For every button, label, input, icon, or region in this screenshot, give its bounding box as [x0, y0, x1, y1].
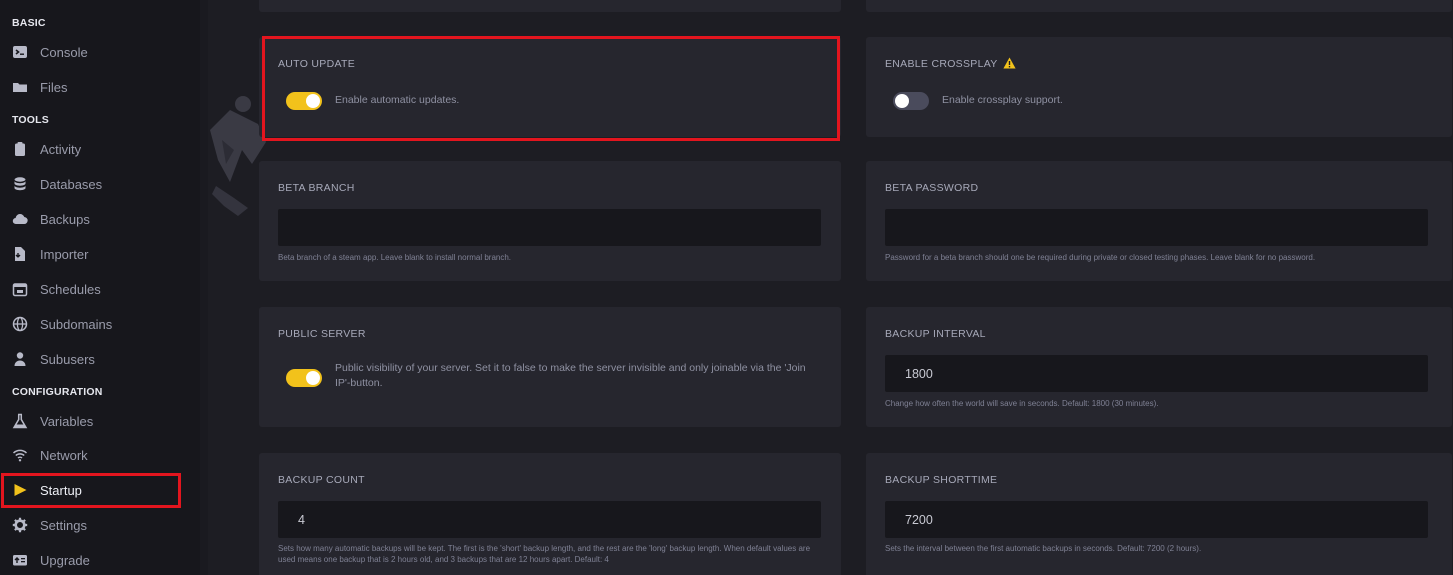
sidebar-item-label: Subusers — [40, 351, 95, 367]
sidebar-item-console[interactable]: Console — [0, 36, 200, 68]
sidebar-item-label: Schedules — [40, 281, 101, 297]
sidebar-item-settings[interactable]: Settings — [0, 509, 200, 541]
warning-icon — [1003, 57, 1016, 69]
field-hint: Password for a beta branch should one be… — [885, 253, 1316, 262]
beta-password-input[interactable] — [885, 209, 1428, 246]
card-title: BACKUP INTERVAL — [885, 328, 986, 340]
backup-count-input[interactable]: 4 — [278, 501, 821, 538]
card-title: PUBLIC SERVER — [278, 328, 366, 340]
toggle-knob — [895, 94, 909, 108]
sidebar-item-subdomains[interactable]: Subdomains — [0, 308, 200, 340]
file-import-icon — [12, 246, 28, 262]
sidebar-item-network[interactable]: Network — [0, 439, 200, 471]
sidebar-item-label: Files — [40, 79, 68, 95]
card-top-left-partial — [259, 0, 841, 12]
backup-interval-input[interactable]: 1800 — [885, 355, 1428, 392]
card-top-right-partial — [866, 0, 1452, 12]
toggle-label: Enable crossplay support. — [942, 94, 1063, 106]
field-hint: Change how often the world will save in … — [885, 399, 1159, 408]
section-configuration: CONFIGURATION — [12, 386, 103, 398]
sidebar-item-label: Databases — [40, 176, 103, 192]
card-backup-interval: BACKUP INTERVAL 1800 Change how often th… — [866, 307, 1452, 427]
sidebar-item-label: Settings — [40, 517, 87, 533]
user-icon — [12, 351, 28, 367]
upgrade-icon — [12, 552, 28, 568]
sidebar-item-backups[interactable]: Backups — [0, 203, 200, 235]
highlight-startup-box — [1, 473, 181, 508]
sidebar-item-label: Console — [40, 44, 88, 60]
sidebar-item-importer[interactable]: Importer — [0, 238, 200, 270]
public-server-toggle[interactable] — [286, 369, 322, 387]
card-title: BETA PASSWORD — [885, 182, 979, 194]
sidebar-item-upgrade[interactable]: Upgrade — [0, 544, 200, 575]
sidebar-item-files[interactable]: Files — [0, 71, 200, 103]
card-title: BACKUP SHORTTIME — [885, 474, 998, 486]
toggle-label: Public visibility of your server. Set it… — [335, 362, 806, 389]
card-title: ENABLE CROSSPLAY — [885, 58, 998, 70]
app-window: BASIC Console Files TOOLS Activity Datab — [0, 0, 1453, 575]
field-hint: Sets the interval between the first auto… — [885, 544, 1202, 553]
sidebar-item-variables[interactable]: Variables — [0, 405, 200, 437]
gear-icon — [12, 517, 28, 533]
field-hint: Sets how many automatic backups will be … — [278, 544, 811, 564]
sidebar-item-label: Variables — [40, 413, 94, 429]
card-backup-shorttime: BACKUP SHORTTIME 7200 Sets the interval … — [866, 453, 1452, 575]
section-basic: BASIC — [12, 17, 46, 29]
wifi-icon — [12, 447, 28, 463]
sidebar-item-label: Activity — [40, 141, 82, 157]
sidebar-item-label: Backups — [40, 211, 90, 227]
sidebar-item-label: Importer — [40, 246, 89, 262]
folder-icon — [12, 79, 28, 95]
terminal-icon — [12, 44, 28, 60]
card-title: BETA BRANCH — [278, 182, 355, 194]
card-backup-count: BACKUP COUNT 4 Sets how many automatic b… — [259, 453, 841, 575]
card-enable-crossplay: ENABLE CROSSPLAY Enable crossplay suppor… — [866, 37, 1452, 137]
sidebar-item-schedules[interactable]: Schedules — [0, 273, 200, 305]
sidebar-scroll-strip — [200, 0, 208, 575]
sidebar: BASIC Console Files TOOLS Activity Datab — [0, 0, 208, 575]
globe-icon — [12, 316, 28, 332]
cloud-icon — [12, 211, 28, 227]
card-beta-password: BETA PASSWORD Password for a beta branch… — [866, 161, 1452, 281]
backup-shorttime-input[interactable]: 7200 — [885, 501, 1428, 538]
flask-icon — [12, 413, 28, 429]
card-title: BACKUP COUNT — [278, 474, 365, 486]
field-hint: Beta branch of a steam app. Leave blank … — [278, 253, 512, 262]
sidebar-item-databases[interactable]: Databases — [0, 168, 200, 200]
highlight-auto-update-box — [262, 36, 840, 141]
sidebar-item-label: Network — [40, 447, 88, 463]
card-public-server: PUBLIC SERVER Public visibility of your … — [259, 307, 841, 427]
database-icon — [12, 176, 28, 192]
section-tools: TOOLS — [12, 114, 49, 126]
sidebar-item-label: Subdomains — [40, 316, 113, 332]
beta-branch-input[interactable] — [278, 209, 821, 246]
toggle-knob — [306, 371, 320, 385]
card-beta-branch: BETA BRANCH Beta branch of a steam app. … — [259, 161, 841, 281]
sidebar-item-subusers[interactable]: Subusers — [0, 343, 200, 375]
crossplay-toggle[interactable] — [893, 92, 929, 110]
calendar-icon — [12, 281, 28, 297]
sidebar-item-label: Upgrade — [40, 552, 90, 568]
clipboard-icon — [12, 141, 28, 157]
sidebar-item-activity[interactable]: Activity — [0, 133, 200, 165]
